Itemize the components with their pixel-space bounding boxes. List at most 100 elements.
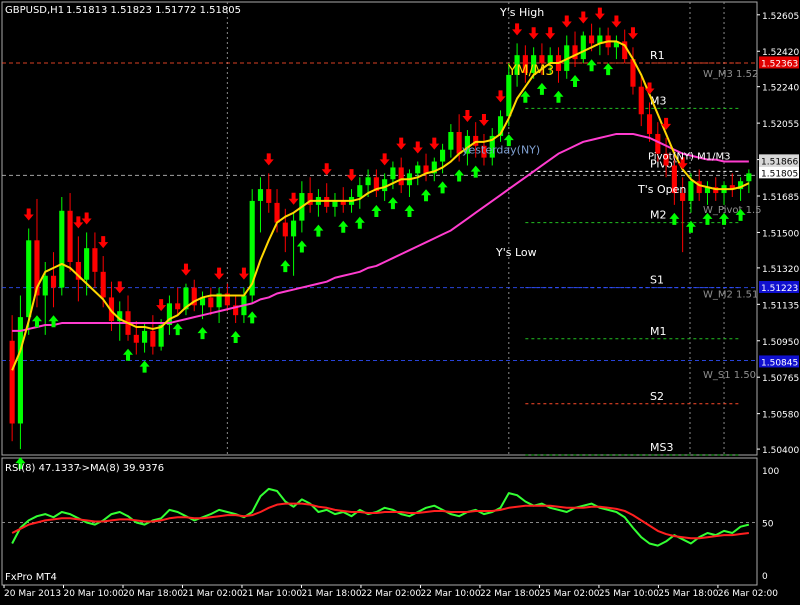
candle-body: [50, 275, 57, 288]
ohlc-label: 1.51813 1.51823 1.51772 1.51805: [66, 5, 241, 16]
time-axis: 20 Mar 2013 20 Mar 10:00 20 Mar 18:00 21 Ma…: [3, 585, 778, 599]
candle-body: [274, 202, 280, 223]
time-tick-label: 22 Mar 02:00: [361, 589, 421, 599]
time-tick-label: 20 Mar 10:00: [63, 589, 123, 599]
sell-arrow-icon: [512, 23, 523, 36]
chart-canvas: R1M3PivotM2S1M1S2MS3W_M3 1.52W_Pivot 1.5…: [1, 1, 799, 599]
sell-arrow-icon: [238, 267, 249, 280]
time-tick-label: 20 Mar 2013: [4, 589, 61, 599]
buy-arrow-icon: [313, 224, 324, 237]
buy-arrow-icon: [123, 348, 134, 361]
buy-arrow-icon: [570, 74, 581, 87]
candle-body: [17, 317, 23, 424]
weekly-level-label: W_S1 1.50: [703, 370, 756, 381]
sell-arrow-icon: [545, 27, 556, 40]
sell-arrow-icon: [578, 11, 589, 24]
price-tag-label: 1.50845: [761, 358, 798, 368]
buy-arrow-icon: [172, 323, 183, 336]
sell-arrow-icon: [73, 216, 84, 229]
candle-body: [646, 114, 653, 134]
current-price-label: 1.51805: [761, 169, 798, 179]
broker-label: FxPro MT4: [5, 572, 57, 583]
candle-body: [26, 240, 32, 318]
buy-arrow-icon: [603, 63, 614, 76]
price-tick-label: 1.50400: [762, 446, 799, 456]
rsi-label: RSI(8) 47.1337: [5, 463, 80, 474]
sell-arrow-icon: [528, 27, 539, 40]
buy-arrow-icon: [230, 331, 241, 344]
candle-body: [746, 173, 752, 182]
sell-arrow-icon: [263, 153, 274, 166]
buy-arrow-icon: [354, 216, 365, 229]
sell-arrow-icon: [98, 236, 109, 249]
candle-body: [398, 167, 404, 186]
sell-arrow-icon: [346, 169, 357, 182]
candle-body: [390, 167, 396, 180]
candle-body: [92, 248, 98, 272]
chart-window: R1 M3 Pivot M2 S1 M1 S2 MS3 W_M3 1.52 W_Pivot 1.5…: [0, 0, 800, 600]
sell-arrow-icon: [495, 90, 506, 103]
time-tick-label: 21 Mar 10:00: [242, 589, 302, 599]
price-tag-label: 1.52363: [761, 59, 798, 69]
chart-annotation: YM/M3: [507, 63, 554, 79]
chart-annotation: Y's High: [499, 6, 544, 19]
price-tag-label: 1.51223: [761, 284, 798, 294]
candle-body: [365, 177, 371, 186]
time-tick-label: 25 Mar 10:00: [599, 589, 659, 599]
sell-arrow-icon: [462, 110, 473, 123]
pivot-levels: R1M3PivotM2S1M1S2MS3W_M3 1.52W_Pivot 1.5…: [2, 49, 762, 456]
ma-slow-line: [12, 132, 749, 332]
buy-arrow-icon: [139, 360, 150, 373]
buy-arrow-icon: [387, 197, 398, 210]
sell-arrow-icon: [429, 137, 440, 150]
price-tick-label: 1.51135: [762, 301, 799, 311]
candle-body: [9, 340, 15, 424]
sell-arrow-icon: [611, 15, 622, 28]
chart-annotation: yesterday(NY): [462, 144, 540, 157]
signal-arrows: [15, 7, 746, 470]
sell-arrow-icon: [396, 137, 407, 150]
rsi-ma-label: ->MA(8) 39.9376: [78, 463, 164, 474]
candle-body: [282, 222, 288, 237]
buy-arrow-icon: [247, 311, 258, 324]
symbol-label: GBPUSD,H1: [5, 5, 64, 16]
rsi-tick-label: 100: [762, 467, 779, 477]
candle-body: [257, 189, 264, 201]
buy-arrow-icon: [437, 181, 448, 194]
sell-arrow-icon: [214, 267, 225, 280]
candle-body: [506, 74, 512, 117]
moving-averages: [11, 40, 750, 371]
candle-body: [67, 210, 73, 262]
candle-body: [291, 220, 297, 237]
sell-arrow-icon: [23, 208, 34, 221]
price-tick-label: 1.51685: [762, 193, 799, 203]
candle-body: [539, 55, 545, 64]
level-label: MS3: [650, 441, 673, 454]
price-tick-label: 1.50950: [762, 338, 799, 348]
level-label: M2: [650, 209, 667, 222]
level-label: S2: [650, 390, 664, 403]
buy-arrow-icon: [371, 204, 382, 217]
weekly-level-label: W_M3 1.52: [703, 69, 758, 80]
time-tick-label: 22 Mar 18:00: [480, 589, 540, 599]
candle-body: [84, 248, 90, 280]
candle-body: [638, 86, 644, 115]
rsi-tick-label: 0: [762, 572, 768, 582]
candle-body: [42, 275, 48, 296]
sell-arrow-icon: [114, 281, 125, 294]
time-tick-label: 20 Mar 18:00: [123, 589, 183, 599]
candle-body: [100, 271, 106, 298]
buy-arrow-icon: [280, 260, 291, 273]
sell-arrow-icon: [627, 27, 638, 40]
level-label: M1: [650, 325, 667, 338]
candle-body: [547, 55, 553, 64]
candle-body: [357, 185, 363, 197]
buy-arrow-icon: [536, 82, 547, 95]
candle-body: [688, 181, 694, 201]
sell-arrow-icon: [412, 141, 423, 154]
sell-arrow-icon: [561, 15, 572, 28]
price-tick-label: 1.52605: [762, 12, 799, 22]
buy-arrow-icon: [421, 189, 432, 202]
time-tick-label: 25 Mar 02:00: [539, 589, 599, 599]
price-tick-label: 1.52240: [762, 84, 799, 94]
